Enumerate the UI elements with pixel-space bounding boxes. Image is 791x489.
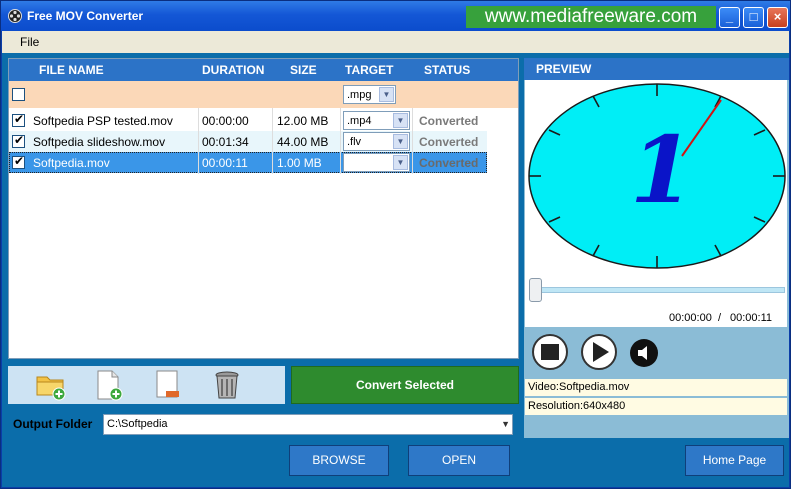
stop-icon xyxy=(541,344,559,360)
file-toolbar xyxy=(8,366,285,404)
row-checkbox[interactable] xyxy=(12,133,25,148)
column-divider xyxy=(198,108,199,174)
row-duration: 00:00:11 xyxy=(202,156,248,170)
row-status: Converted xyxy=(419,114,479,128)
maximize-button[interactable]: □ xyxy=(743,7,764,28)
output-folder-value: C:\Softpedia xyxy=(107,418,168,430)
chevron-down-icon: ▼ xyxy=(379,87,394,102)
row-target-value: .flv xyxy=(347,136,362,148)
app-window: Free MOV Converter www.mediafreeware.com… xyxy=(0,0,791,489)
preview-panel: PREVIEW 1 00:00:00 / 00:00:11 Video:Soft… xyxy=(524,58,789,438)
output-folder-label: Output Folder xyxy=(13,417,93,431)
trash-icon[interactable] xyxy=(210,368,244,402)
row-checkbox[interactable] xyxy=(12,154,25,169)
file-list: FILE NAME DURATION SIZE TARGET STATUS .m… xyxy=(8,58,519,359)
film-reel-icon xyxy=(8,9,22,23)
close-button[interactable]: × xyxy=(767,7,788,28)
table-row-selected[interactable]: Softpedia.mov 00:00:11 1.00 MB .wmv ▼ Co… xyxy=(9,152,487,173)
chevron-down-icon: ▼ xyxy=(393,134,408,149)
column-target[interactable]: TARGET xyxy=(345,63,393,77)
convert-selected-button[interactable]: Convert Selected xyxy=(291,366,519,404)
total-time: 00:00:11 xyxy=(730,312,773,324)
frame-digit: 1 xyxy=(630,116,694,224)
video-info-text: Video:Softpedia.mov xyxy=(528,381,630,393)
row-target-select[interactable]: .flv ▼ xyxy=(343,132,410,151)
target-all-value: .mpg xyxy=(347,89,372,101)
resolution-text: Resolution:640x480 xyxy=(528,400,626,412)
home-page-button[interactable]: Home Page xyxy=(685,445,784,476)
target-all-select[interactable]: .mpg ▼ xyxy=(343,85,396,104)
menu-file[interactable]: File xyxy=(20,35,39,49)
add-file-icon[interactable] xyxy=(92,368,126,402)
client-area: FILE NAME DURATION SIZE TARGET STATUS .m… xyxy=(2,53,789,487)
column-size[interactable]: SIZE xyxy=(290,63,317,77)
row-target-select[interactable]: .wmv ▼ xyxy=(343,153,410,172)
column-status[interactable]: STATUS xyxy=(424,63,470,77)
column-file-name[interactable]: FILE NAME xyxy=(39,63,104,77)
file-list-header: FILE NAME DURATION SIZE TARGET STATUS xyxy=(9,59,518,81)
row-size: 1.00 MB xyxy=(277,156,322,170)
current-time: 00:00:00 xyxy=(669,312,712,324)
row-duration: 00:01:34 xyxy=(202,135,249,149)
row-status: Converted xyxy=(419,156,479,170)
chevron-down-icon: ▼ xyxy=(393,113,408,128)
stop-button[interactable] xyxy=(532,334,568,370)
open-button[interactable]: OPEN xyxy=(408,445,510,476)
remove-file-icon[interactable] xyxy=(151,368,185,402)
column-duration[interactable]: DURATION xyxy=(202,63,264,77)
row-file-name: Softpedia PSP tested.mov xyxy=(33,114,173,128)
preview-title: PREVIEW xyxy=(536,62,592,76)
row-status: Converted xyxy=(419,135,479,149)
table-row[interactable]: Softpedia PSP tested.mov 00:00:00 12.00 … xyxy=(9,110,487,131)
seek-bar[interactable] xyxy=(529,287,785,293)
clock-frame-image: 1 xyxy=(528,83,786,269)
row-target-value: .wmv xyxy=(347,157,373,169)
row-target-select[interactable]: .mp4 ▼ xyxy=(343,111,410,130)
brand-banner[interactable]: www.mediafreeware.com xyxy=(466,6,716,28)
output-folder-field[interactable]: C:\Softpedia ▼ xyxy=(103,414,513,435)
chevron-down-icon[interactable]: ▼ xyxy=(501,419,510,429)
row-target-value: .mp4 xyxy=(347,115,372,127)
window-title: Free MOV Converter xyxy=(27,9,144,23)
table-row[interactable]: Softpedia slideshow.mov 00:01:34 44.00 M… xyxy=(9,131,487,152)
menu-bar: File xyxy=(2,31,789,53)
seek-thumb[interactable] xyxy=(529,278,542,302)
seek-area: 00:00:00 / 00:00:11 xyxy=(525,272,787,327)
chevron-down-icon: ▼ xyxy=(393,155,408,170)
add-folder-icon[interactable] xyxy=(34,368,68,402)
row-checkbox[interactable] xyxy=(12,112,25,127)
play-button[interactable] xyxy=(581,334,617,370)
row-size: 44.00 MB xyxy=(277,135,329,149)
preview-header: PREVIEW xyxy=(524,58,789,80)
minimize-button[interactable]: _ xyxy=(719,7,740,28)
row-file-name: Softpedia.mov xyxy=(33,156,110,170)
browse-button[interactable]: BROWSE xyxy=(289,445,389,476)
time-separator: / xyxy=(718,312,722,324)
volume-icon[interactable] xyxy=(629,338,659,368)
video-info: Video:Softpedia.mov xyxy=(525,379,787,396)
select-all-checkbox[interactable] xyxy=(12,88,25,101)
title-bar[interactable]: Free MOV Converter www.mediafreeware.com… xyxy=(1,1,790,31)
video-frame: 1 xyxy=(525,80,787,272)
column-divider xyxy=(412,108,413,174)
column-divider xyxy=(272,108,273,174)
row-size: 12.00 MB xyxy=(277,114,329,128)
row-duration: 00:00:00 xyxy=(202,114,249,128)
play-icon xyxy=(593,342,609,362)
row-file-name: Softpedia slideshow.mov xyxy=(33,135,166,149)
column-divider xyxy=(340,108,341,174)
resolution-info: Resolution:640x480 xyxy=(525,398,787,415)
filter-row: .mpg ▼ xyxy=(9,81,518,108)
